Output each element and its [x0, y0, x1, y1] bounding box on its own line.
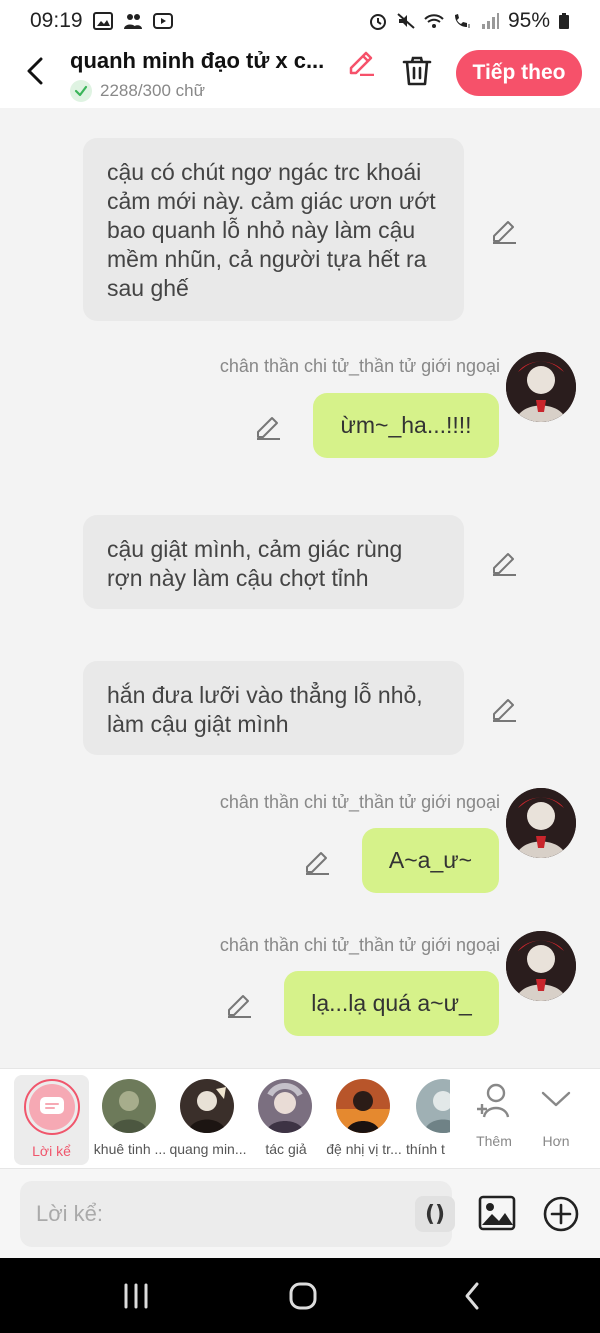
input-bar: () — [0, 1168, 600, 1258]
avatar[interactable] — [506, 788, 576, 858]
message-input-box[interactable]: () — [20, 1181, 455, 1247]
edit-message-icon[interactable] — [490, 216, 518, 244]
character-strip: Lời kể khuê tinh ... quang min... tác gi… — [0, 1068, 600, 1168]
plus-circle-icon — [543, 1196, 579, 1232]
delete-button[interactable] — [400, 54, 434, 88]
character-item[interactable]: đệ nhị vị tr... — [324, 1077, 404, 1163]
add-user-icon — [477, 1083, 510, 1118]
image-button[interactable] — [477, 1193, 517, 1233]
character-name: tác giả — [265, 1141, 307, 1157]
battery-percent: 95% — [507, 9, 550, 32]
check-icon — [70, 80, 92, 102]
recent-apps-button[interactable] — [116, 1278, 156, 1314]
narrator-label: Lời kể — [32, 1143, 71, 1159]
narration-bubble[interactable]: cậu giật mình, cảm giác rùng rợn này làm… — [83, 515, 464, 609]
avatar — [336, 1079, 390, 1133]
people-icon — [123, 14, 142, 29]
status-bar: 09:19 95% — [0, 0, 600, 42]
battery-icon — [559, 13, 569, 29]
avatar — [102, 1079, 156, 1133]
signal-icon — [481, 13, 499, 29]
more-label: Thêm — [476, 1133, 512, 1149]
parenthesis-button[interactable]: () — [415, 1196, 455, 1232]
chat-area[interactable]: cậu có chút ngơ ngác trc khoái cảm mới n… — [0, 108, 600, 1068]
wifi-icon — [424, 14, 444, 28]
message-input[interactable] — [36, 1195, 376, 1233]
user-bubble[interactable]: A~a_ư~ — [362, 828, 499, 893]
word-count-row: 2288/300 chữ — [70, 80, 205, 102]
add-button[interactable] — [542, 1195, 580, 1233]
user-bubble[interactable]: ừm~_ha...!!!! — [313, 393, 499, 458]
character-item[interactable]: quang min... — [168, 1077, 248, 1163]
chat-header: quanh minh đạo tử x c... 2288/300 chữ Ti… — [0, 42, 600, 108]
narration-bubble[interactable]: cậu có chút ngơ ngác trc khoái cảm mới n… — [83, 138, 464, 321]
call-signal-icon — [454, 14, 470, 28]
home-icon — [289, 1282, 317, 1310]
character-name: đệ nhị vị tr... — [326, 1141, 402, 1157]
speaker-name: chân thần chi tử_thần tử giới ngoại — [219, 935, 500, 955]
chevron-down-icon — [541, 1091, 571, 1107]
character-name: quang min... — [169, 1141, 247, 1157]
narrator-icon — [24, 1079, 80, 1135]
system-nav-bar — [0, 1258, 600, 1333]
edit-message-icon[interactable] — [490, 694, 518, 722]
youtube-icon — [152, 13, 173, 29]
character-name: thính t — [406, 1141, 445, 1157]
avatar — [416, 1079, 450, 1133]
story-title: quanh minh đạo tử x c... — [70, 48, 325, 73]
chevron-left-icon — [27, 57, 43, 85]
word-count: 2288/300 chữ — [100, 81, 205, 100]
home-button[interactable] — [283, 1278, 323, 1314]
edit-message-icon[interactable] — [490, 548, 518, 576]
alarm-icon — [369, 14, 386, 30]
edit-title-button[interactable] — [346, 46, 376, 77]
speaker-name: chân thần chi tử_thần tử giới ngoại — [219, 356, 500, 376]
narrator-tab[interactable]: Lời kể — [14, 1075, 89, 1165]
expand-label: Hơn — [542, 1133, 570, 1149]
user-bubble[interactable]: lạ...lạ quá a~ư_ — [284, 971, 499, 1036]
follow-button[interactable]: Tiếp theo — [456, 50, 582, 96]
avatar — [258, 1079, 312, 1133]
speaker-name: chân thần chi tử_thần tử giới ngoại — [219, 792, 500, 812]
character-item[interactable]: tác giả — [246, 1077, 326, 1163]
recent-apps-icon — [124, 1283, 148, 1309]
character-item[interactable]: thính t — [402, 1077, 450, 1163]
avatar — [180, 1079, 234, 1133]
avatar[interactable] — [506, 931, 576, 1001]
image-icon — [478, 1195, 516, 1231]
avatar[interactable] — [506, 352, 576, 422]
gallery-icon — [92, 12, 113, 30]
add-character-button[interactable]: Thêm — [464, 1079, 524, 1159]
back-arrow-icon — [465, 1282, 479, 1310]
expand-button[interactable]: Hơn — [526, 1079, 586, 1159]
back-button[interactable] — [18, 54, 52, 88]
edit-message-icon[interactable] — [254, 412, 282, 440]
trash-icon — [402, 56, 432, 86]
system-back-button[interactable] — [452, 1278, 492, 1314]
edit-message-icon[interactable] — [225, 990, 253, 1018]
mute-icon — [397, 13, 415, 29]
character-item[interactable]: khuê tinh ... — [90, 1077, 170, 1163]
narration-bubble[interactable]: hắn đưa lưỡi vào thẳng lỗ nhỏ, làm cậu g… — [83, 661, 464, 755]
edit-message-icon[interactable] — [303, 847, 331, 875]
pencil-icon — [349, 51, 374, 77]
character-name: khuê tinh ... — [93, 1141, 167, 1157]
status-time: 09:19 — [30, 9, 83, 32]
